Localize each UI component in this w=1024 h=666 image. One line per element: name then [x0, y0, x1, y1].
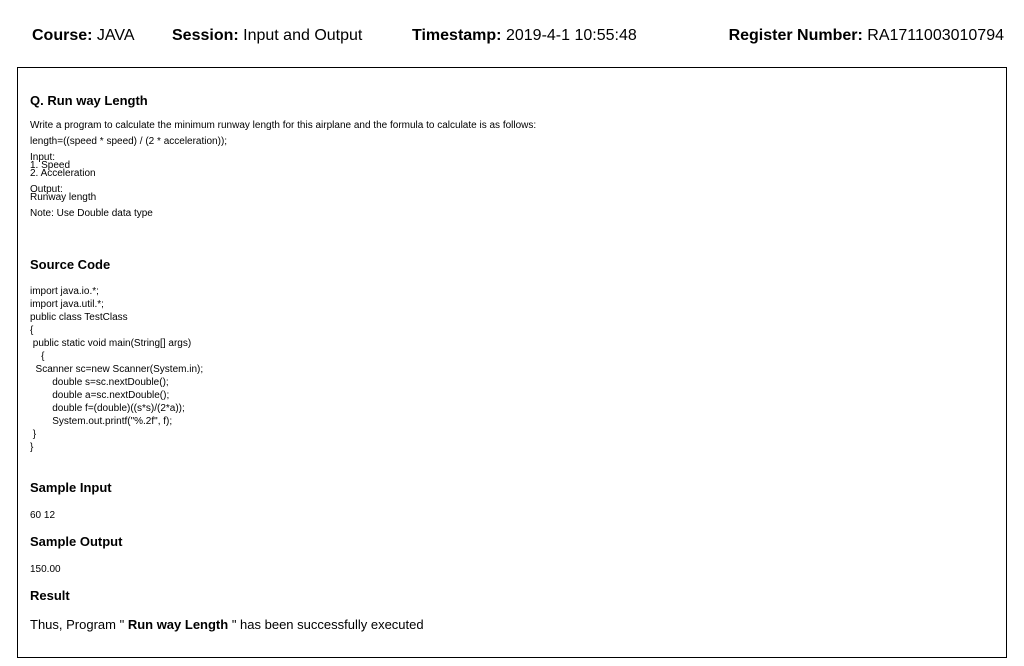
course-value: JAVA [96, 27, 135, 44]
register-number-field: Register Number: RA1711003010794 [729, 27, 1004, 45]
session-label: Session: [172, 27, 239, 44]
session-value: Input and Output [243, 27, 363, 44]
code-line: } [30, 429, 37, 440]
question-note: Note: Use Double data type [30, 208, 153, 219]
source-code-title: Source Code [30, 257, 111, 272]
result-statement: Thus, Program " Run way Length " has bee… [30, 617, 424, 632]
sample-output-title: Sample Output [30, 534, 123, 549]
question-title: Q. Run way Length [30, 93, 148, 108]
course-label: Course: [32, 27, 93, 44]
result-program-name: Run way Length [127, 617, 229, 632]
code-line: { [30, 351, 45, 362]
output-item: Runway length [30, 192, 97, 203]
code-line: double f=(double)((s*s)/(2*a)); [30, 403, 185, 414]
result-suffix: " has been successfully executed [228, 617, 424, 632]
sample-input-value: 60 12 [30, 510, 56, 521]
report-body: Q. Run way Length Write a program to cal… [17, 67, 1007, 658]
timestamp-label: Timestamp: [412, 27, 502, 44]
session-field: Session: Input and Output [172, 27, 362, 45]
question-formula: length=((speed * speed) / (2 * accelerat… [30, 136, 228, 147]
code-line: public static void main(String[] args) [30, 338, 192, 349]
report-header: Course: JAVA Session: Input and Output T… [0, 27, 1024, 49]
register-number-value: RA1711003010794 [867, 27, 1004, 44]
code-line: System.out.printf("%.2f", f); [30, 416, 173, 427]
code-line: import java.util.*; [30, 299, 104, 310]
timestamp-value: 2019-4-1 10:55:48 [505, 27, 637, 44]
code-line: public class TestClass [30, 312, 128, 323]
question-description: Write a program to calculate the minimum… [30, 120, 537, 131]
sample-output-value: 150.00 [30, 564, 61, 575]
code-line: double a=sc.nextDouble(); [30, 390, 170, 401]
result-title: Result [30, 588, 70, 603]
code-line: double s=sc.nextDouble(); [30, 377, 169, 388]
result-prefix: Thus, Program " [30, 617, 128, 632]
course-field: Course: JAVA [32, 27, 135, 45]
input-item-acceleration: 2. Acceleration [30, 168, 96, 179]
code-line: Scanner sc=new Scanner(System.in); [30, 364, 204, 375]
code-line: } [30, 442, 34, 453]
register-number-label: Register Number: [728, 27, 863, 44]
sample-input-title: Sample Input [30, 480, 112, 495]
timestamp-field: Timestamp: 2019-4-1 10:55:48 [412, 27, 637, 45]
code-line: import java.io.*; [30, 286, 99, 297]
code-line: { [30, 325, 34, 336]
